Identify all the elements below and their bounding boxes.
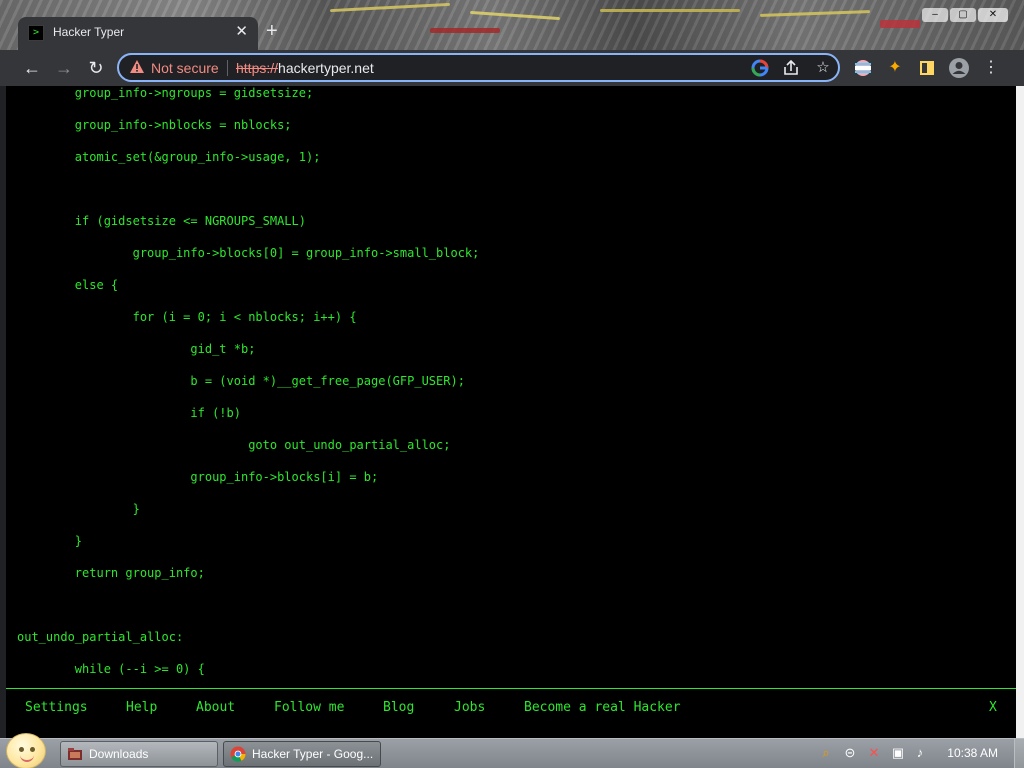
code-line: gid_t *b; (17, 342, 256, 356)
browser-window: > Hacker Typer ✕ + – ▢ ✕ ← → ↻ Not secur… (0, 0, 1024, 738)
kebab-menu-icon[interactable]: ⋮ (980, 57, 1002, 79)
code-line: out_undo_partial_alloc: (17, 630, 184, 644)
power-icon[interactable]: ▣ (890, 745, 906, 761)
orb-smile (20, 755, 34, 762)
code-line: return group_info; (17, 566, 205, 580)
chrome-icon (230, 746, 246, 762)
account-avatar-icon[interactable] (948, 57, 970, 79)
theme-decoration (430, 28, 500, 33)
taskbar: Downloads Hacker Typer - Goog... ⌕ ⊝ ✕ ▣… (0, 733, 1024, 768)
code-line: if (gidsetsize <= NGROUPS_SMALL) (17, 214, 306, 228)
tab-title: Hacker Typer (53, 25, 125, 39)
minimize-tray-icon[interactable]: ⊝ (842, 745, 858, 761)
search-magnifier-icon[interactable]: ⌕ (818, 745, 834, 761)
menu-become-hacker[interactable]: Become a real Hacker (524, 700, 681, 716)
taskbar-label: Hacker Typer - Goog... (252, 747, 374, 761)
menu-divider (6, 688, 1016, 689)
taskbar-button-downloads[interactable]: Downloads (60, 741, 218, 767)
orb-eye (19, 747, 24, 752)
taskbar-button-chrome[interactable]: Hacker Typer - Goog... (223, 741, 381, 767)
taskbar-label: Downloads (89, 747, 149, 761)
code-line: b = (void *)__get_free_page(GFP_USER); (17, 374, 465, 388)
new-tab-icon[interactable]: + (266, 20, 278, 42)
show-desktop-button[interactable] (1014, 739, 1024, 768)
url-text[interactable]: https://hackertyper.net (236, 60, 374, 76)
menu-follow-me[interactable]: Follow me (274, 700, 344, 716)
theme-decoration (330, 2, 450, 13)
forward-arrow-icon[interactable]: → (52, 56, 76, 80)
theme-decoration (880, 20, 920, 28)
google-lens-icon[interactable] (750, 58, 770, 78)
code-line: } (17, 534, 83, 548)
code-line: group_info->ngroups = gidsetsize; (17, 86, 314, 100)
code-line: while (--i >= 0) { (17, 662, 205, 676)
address-bar[interactable]: Not secure https://hackertyper.net ☆ (117, 53, 840, 82)
security-status[interactable]: Not secure (151, 60, 219, 76)
reload-icon[interactable]: ↻ (84, 56, 108, 80)
code-line: group_info->blocks[0] = group_info->smal… (17, 246, 480, 260)
code-line: atomic_set(&group_info->usage, 1); (17, 150, 321, 164)
page-scrollbar[interactable] (1016, 86, 1024, 738)
tab-close-icon[interactable]: ✕ (235, 23, 248, 41)
menu-about[interactable]: About (196, 700, 235, 716)
profile-flag-icon[interactable] (852, 57, 874, 79)
theme-decoration (759, 10, 871, 17)
network-error-icon[interactable]: ✕ (866, 745, 882, 761)
theme-decoration (600, 9, 740, 12)
browser-toolbar: ← → ↻ Not secure https://hackertyper.net (0, 50, 1024, 86)
code-line: if (!b) (17, 406, 241, 420)
warning-triangle-icon[interactable] (129, 59, 145, 75)
browser-tab[interactable]: > Hacker Typer ✕ (18, 17, 258, 50)
url-host: hackertyper.net (278, 60, 374, 76)
desktop: > Hacker Typer ✕ + – ▢ ✕ ← → ↻ Not secur… (0, 0, 1024, 768)
clock[interactable]: 10:38 AM (947, 746, 998, 760)
close-window-button[interactable]: ✕ (978, 8, 1008, 22)
menu-close-button[interactable]: X (989, 700, 997, 716)
theme-decoration (470, 10, 560, 21)
minimize-window-button[interactable]: – (922, 8, 948, 22)
url-scheme: https:// (236, 60, 279, 76)
menu-blog[interactable]: Blog (383, 700, 414, 716)
terminal-icon: > (28, 25, 44, 41)
menu-help[interactable]: Help (126, 700, 157, 716)
title-bar[interactable]: > Hacker Typer ✕ + – ▢ ✕ (0, 0, 1024, 50)
volume-icon[interactable]: ♪ (912, 745, 928, 761)
code-line: group_info->nblocks = nblocks; (17, 118, 292, 132)
menu-settings[interactable]: Settings (25, 700, 88, 716)
start-button[interactable] (6, 733, 46, 768)
code-output: group_info->ngroups = gidsetsize; group_… (6, 86, 1016, 686)
page-viewport[interactable]: group_info->ngroups = gidsetsize; group_… (6, 86, 1016, 738)
omnibox-divider (227, 60, 228, 76)
orb-eye (30, 747, 35, 752)
folder-downloads-icon (68, 748, 82, 760)
code-line: else { (17, 278, 119, 292)
side-panel-icon[interactable] (916, 57, 938, 79)
menu-jobs[interactable]: Jobs (454, 700, 485, 716)
maximize-window-button[interactable]: ▢ (950, 8, 976, 22)
code-line: for (i = 0; i < nblocks; i++) { (17, 310, 357, 324)
code-line: group_info->blocks[i] = b; (17, 470, 379, 484)
back-arrow-icon[interactable]: ← (20, 56, 44, 80)
bookmark-star-icon[interactable]: ☆ (813, 58, 833, 78)
extensions-puzzle-icon[interactable]: ✦ (884, 57, 906, 79)
code-line: goto out_undo_partial_alloc; (17, 438, 451, 452)
system-tray: ⌕ ⊝ ✕ ▣ ♪ 10:38 AM (812, 739, 1024, 768)
share-icon[interactable] (781, 58, 801, 78)
code-line: } (17, 502, 140, 516)
